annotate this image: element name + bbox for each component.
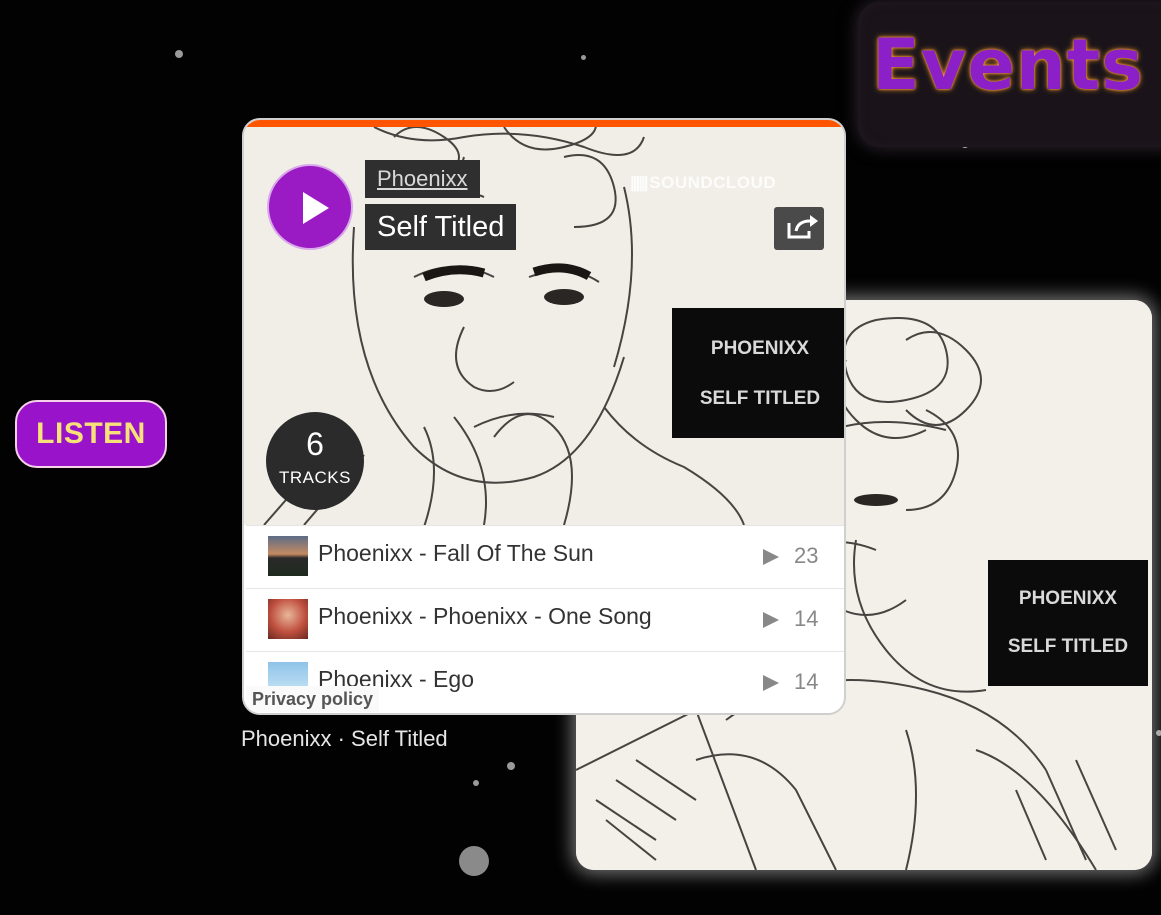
cover-text-line-1: PHOENIXX bbox=[710, 338, 810, 359]
soundcloud-logo[interactable]: |||||| SOUNDCLOUD bbox=[630, 173, 776, 193]
cover-text-box: PHOENIXX SELF TITLED bbox=[672, 308, 844, 438]
track-play-count: 14 bbox=[794, 669, 819, 694]
tracks-count: 6 bbox=[306, 426, 324, 462]
play-icon bbox=[763, 612, 779, 628]
play-icon bbox=[763, 549, 779, 565]
track-row[interactable]: Phoenixx - Fall Of The Sun 23 bbox=[246, 525, 844, 587]
cover-text-box: PHOENIXX SELF TITLED bbox=[988, 560, 1148, 686]
star-dot bbox=[581, 55, 586, 60]
play-icon bbox=[763, 675, 779, 691]
embed-caption[interactable]: Phoenixx · Self Titled bbox=[241, 726, 448, 752]
star-dot bbox=[507, 762, 515, 770]
track-play-count: 23 bbox=[794, 543, 819, 568]
track-title: Phoenixx - Fall Of The Sun bbox=[318, 540, 594, 566]
artist-link[interactable]: Phoenixx bbox=[365, 160, 480, 198]
cover-text-line-1: PHOENIXX bbox=[1018, 588, 1118, 609]
soundcloud-wave-icon: |||||| bbox=[630, 173, 650, 192]
share-button[interactable] bbox=[774, 207, 824, 250]
tracks-count-badge: 6 TRACKS bbox=[266, 412, 364, 510]
privacy-policy-link[interactable]: Privacy policy bbox=[246, 686, 380, 712]
share-icon bbox=[787, 215, 818, 239]
soundcloud-brand-label: SOUNDCLOUD bbox=[649, 173, 777, 192]
track-title: Phoenixx - Phoenixx - One Song bbox=[318, 603, 652, 629]
page: Events LISTEN PHOENIXX SELF TITLED PHOEN… bbox=[0, 0, 1161, 915]
cover-text-line-2: SELF TITLED bbox=[699, 388, 821, 409]
cover-text-line-2: SELF TITLED bbox=[1007, 636, 1129, 657]
star-dot bbox=[459, 846, 489, 876]
events-nav-link[interactable]: Events bbox=[872, 30, 1144, 100]
tracks-label: TRACKS bbox=[279, 468, 351, 487]
listen-button[interactable]: LISTEN bbox=[15, 400, 167, 468]
track-row[interactable]: Phoenixx - Phoenixx - One Song 14 bbox=[246, 588, 844, 650]
star-dot bbox=[473, 780, 479, 786]
track-thumbnail bbox=[268, 599, 308, 639]
widget-cover-art: PHOENIXX SELF TITLED Phoenixx Self Title… bbox=[244, 127, 844, 525]
playlist-title-link[interactable]: Self Titled bbox=[365, 204, 517, 250]
track-play-count: 14 bbox=[794, 606, 819, 631]
play-button[interactable] bbox=[267, 164, 353, 250]
soundcloud-embed[interactable]: PHOENIXX SELF TITLED Phoenixx Self Title… bbox=[242, 118, 846, 715]
star-dot bbox=[1156, 730, 1161, 736]
track-thumbnail bbox=[268, 536, 308, 576]
widget-accent-bar bbox=[244, 120, 844, 127]
play-icon bbox=[303, 192, 329, 224]
star-dot bbox=[175, 50, 183, 58]
